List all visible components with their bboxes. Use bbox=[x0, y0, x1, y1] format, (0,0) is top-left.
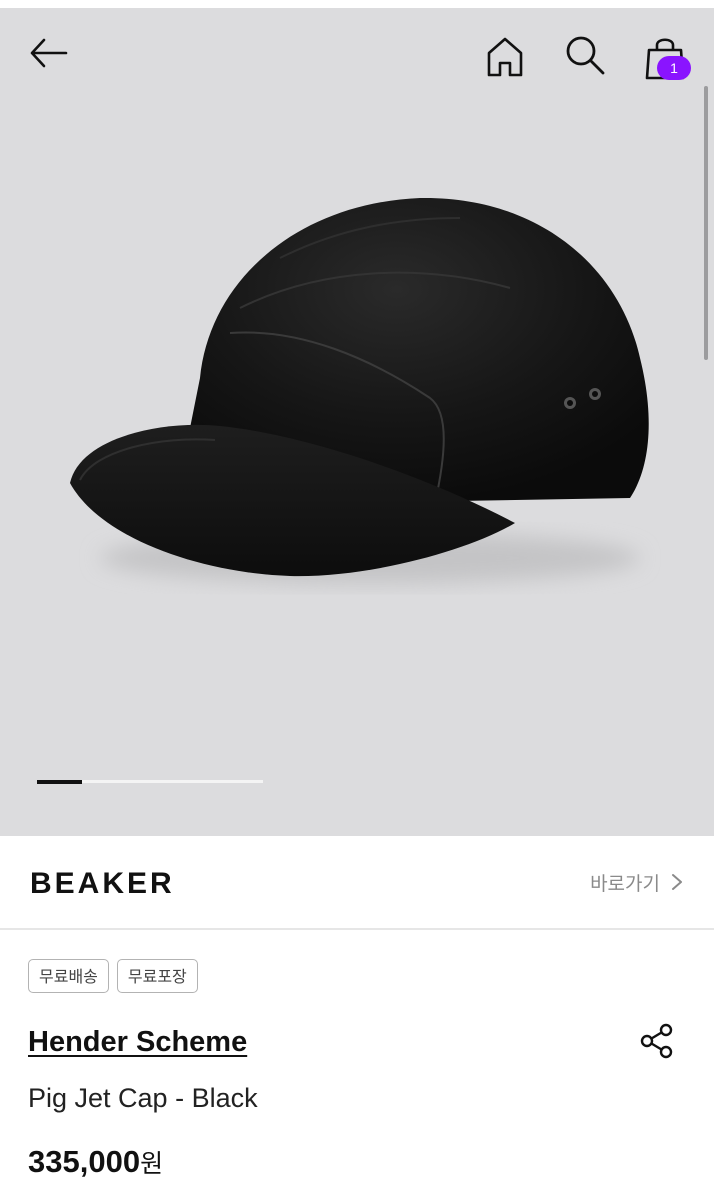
product-price: 335,000원 bbox=[28, 1144, 163, 1180]
pager-active-indicator bbox=[37, 779, 82, 784]
product-brand-link[interactable]: Hender Scheme bbox=[28, 1026, 247, 1059]
svg-text:BEAKER: BEAKER bbox=[30, 867, 175, 898]
scrollbar[interactable] bbox=[704, 86, 708, 360]
arrow-left-icon[interactable] bbox=[26, 30, 72, 76]
product-image-gallery[interactable]: 1 bbox=[0, 8, 714, 836]
chevron-right-icon bbox=[672, 874, 682, 890]
price-value: 335,000 bbox=[28, 1144, 141, 1179]
search-icon[interactable] bbox=[562, 32, 608, 78]
brand-logo: BEAKER bbox=[30, 867, 175, 898]
home-icon[interactable] bbox=[484, 34, 526, 80]
top-navigation: 1 bbox=[0, 8, 714, 98]
goto-brand-link[interactable]: 바로가기 bbox=[590, 868, 684, 896]
price-unit: 원 bbox=[140, 1150, 164, 1178]
benefit-tags: 무료배송 무료포장 bbox=[28, 959, 198, 993]
share-icon[interactable] bbox=[638, 1022, 676, 1060]
product-image bbox=[70, 197, 649, 584]
tag-free-wrapping: 무료포장 bbox=[116, 959, 198, 993]
cart-count-badge: 1 bbox=[657, 56, 691, 80]
image-pager bbox=[37, 779, 263, 784]
tag-free-shipping: 무료배송 bbox=[28, 959, 109, 993]
goto-label: 바로가기 bbox=[590, 872, 660, 895]
brand-bar: BEAKER 바로가기 bbox=[0, 836, 714, 930]
product-name: Pig Jet Cap - Black bbox=[28, 1083, 258, 1113]
